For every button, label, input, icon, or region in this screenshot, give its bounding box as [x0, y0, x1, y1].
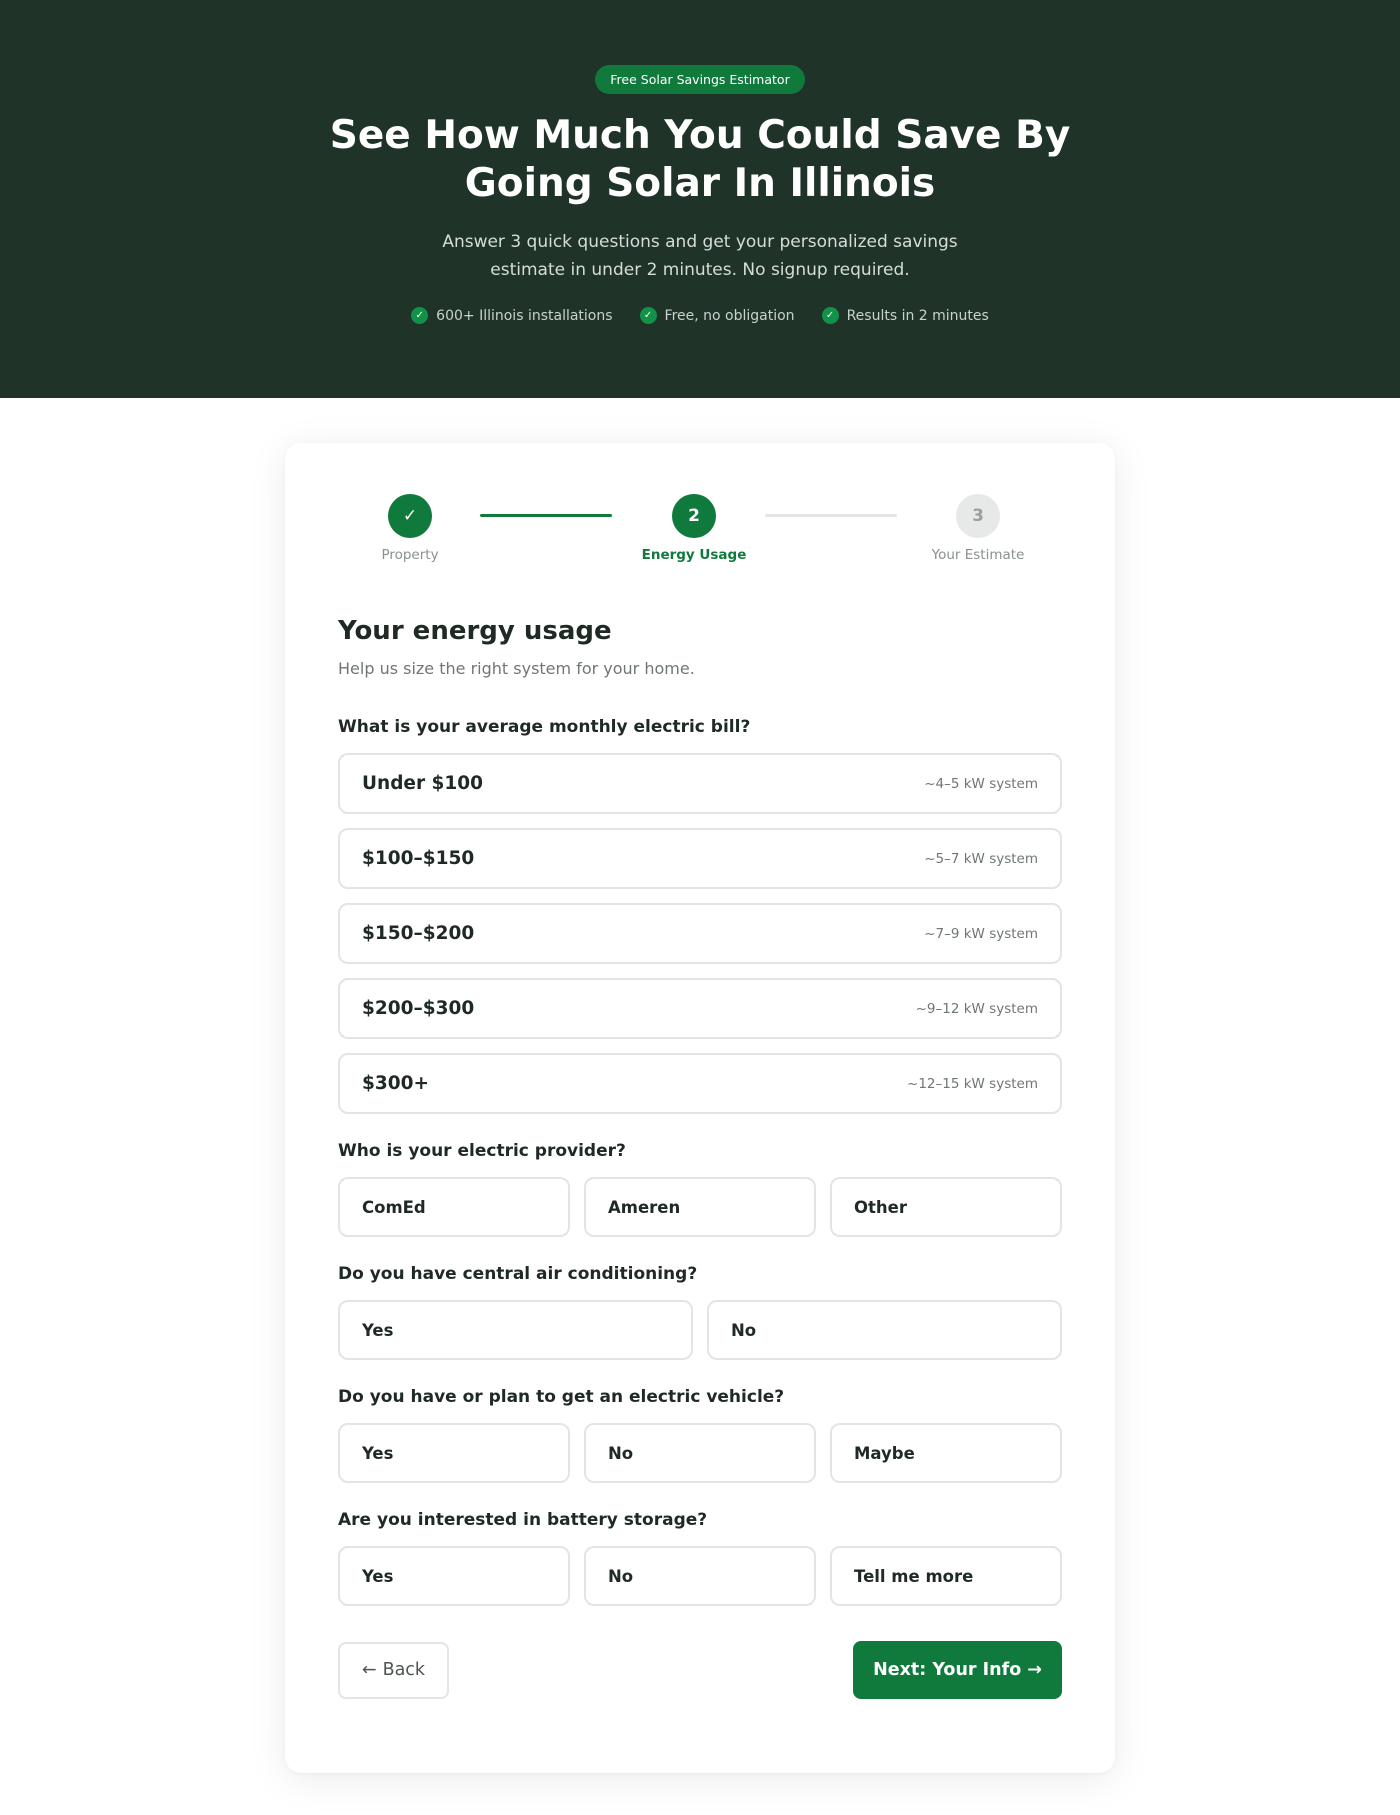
bill-option-system-size: ~5–7 kW system [924, 850, 1038, 867]
step-number: 3 [956, 494, 1000, 538]
estimator-card: ✓ Property 2 Energy Usage 3 Your Estimat… [285, 443, 1115, 1773]
step-label: Property [381, 547, 439, 563]
battery-option-no[interactable]: No [584, 1546, 816, 1606]
next-button[interactable]: Next: Your Info → [853, 1641, 1062, 1699]
section-subtitle: Help us size the right system for your h… [338, 659, 695, 678]
bill-option-300-plus[interactable]: $300+ ~12–15 kW system [338, 1053, 1062, 1114]
battery-options: Yes No Tell me more [338, 1546, 1062, 1606]
hero-badge: Free Solar Savings Estimator [595, 65, 805, 94]
ac-option-no[interactable]: No [707, 1300, 1062, 1360]
ev-option-no[interactable]: No [584, 1423, 816, 1483]
ev-options: Yes No Maybe [338, 1423, 1062, 1483]
check-icon: ✓ [411, 307, 429, 324]
ac-options: Yes No [338, 1300, 1062, 1360]
hero-section: Free Solar Savings Estimator See How Muc… [0, 0, 1400, 398]
back-button[interactable]: ← Back [338, 1641, 449, 1699]
step-label: Your Estimate [931, 547, 1025, 563]
provider-option-comed[interactable]: ComEd [338, 1177, 570, 1237]
trust-item-label: Free, no obligation [664, 307, 795, 324]
bill-option-amount: $200–$300 [362, 998, 475, 1019]
bill-option-system-size: ~12–15 kW system [907, 1075, 1038, 1092]
bill-option-system-size: ~7–9 kW system [924, 925, 1038, 942]
battery-option-yes[interactable]: Yes [338, 1546, 570, 1606]
bill-option-200-300[interactable]: $200–$300 ~9–12 kW system [338, 978, 1062, 1039]
question-ev: Do you have or plan to get an electric v… [338, 1387, 785, 1407]
form-navigation: ← Back Next: Your Info → [338, 1641, 1062, 1699]
question-ac: Do you have central air conditioning? [338, 1264, 698, 1284]
arrow-right-icon: → [1027, 1660, 1042, 1680]
trust-item-results: ✓ Results in 2 minutes [821, 307, 989, 324]
bill-option-amount: Under $100 [362, 773, 484, 794]
trust-item-label: Results in 2 minutes [846, 307, 989, 324]
hero-title: See How Much You Could Save By Going Sol… [329, 113, 1071, 206]
bill-option-system-size: ~4–5 kW system [924, 775, 1038, 792]
ev-option-yes[interactable]: Yes [338, 1423, 570, 1483]
bill-option-amount: $150–$200 [362, 923, 475, 944]
bill-option-system-size: ~9–12 kW system [915, 1000, 1038, 1017]
hero-subtitle: Answer 3 quick questions and get your pe… [442, 232, 958, 280]
section-title: Your energy usage [338, 616, 612, 646]
step-energy-usage: 2 Energy Usage [624, 494, 764, 563]
battery-option-tell-me-more[interactable]: Tell me more [830, 1546, 1062, 1606]
question-ac-block: Do you have central air conditioning? Ye… [338, 1264, 1062, 1360]
question-provider-block: Who is your electric provider? ComEd Ame… [338, 1141, 1062, 1237]
bill-options: Under $100 ~4–5 kW system $100–$150 ~5–7… [338, 753, 1062, 1114]
bill-option-under-100[interactable]: Under $100 ~4–5 kW system [338, 753, 1062, 814]
question-provider: Who is your electric provider? [338, 1141, 626, 1161]
arrow-left-icon: ← [361, 1660, 377, 1680]
question-ev-block: Do you have or plan to get an electric v… [338, 1387, 1062, 1483]
provider-option-ameren[interactable]: Ameren [584, 1177, 816, 1237]
bill-option-amount: $300+ [362, 1073, 429, 1094]
ac-option-yes[interactable]: Yes [338, 1300, 693, 1360]
bill-option-amount: $100–$150 [362, 848, 475, 869]
provider-option-other[interactable]: Other [830, 1177, 1062, 1237]
question-battery: Are you interested in battery storage? [338, 1510, 708, 1530]
step-connector-complete [480, 514, 612, 517]
trust-item-label: 600+ Illinois installations [436, 307, 613, 324]
trust-item-installations: ✓ 600+ Illinois installations [411, 307, 613, 324]
question-battery-block: Are you interested in battery storage? Y… [338, 1510, 1062, 1606]
checkmark-icon: ✓ [388, 494, 432, 538]
back-button-label: Back [382, 1660, 426, 1680]
check-icon: ✓ [639, 307, 657, 324]
trust-item-free: ✓ Free, no obligation [639, 307, 795, 324]
progress-stepper: ✓ Property 2 Energy Usage 3 Your Estimat… [338, 494, 1062, 572]
step-label: Energy Usage [641, 547, 747, 563]
step-property: ✓ Property [340, 494, 480, 563]
next-button-label: Next: Your Info [873, 1660, 1022, 1680]
hero-trust-list: ✓ 600+ Illinois installations ✓ Free, no… [0, 307, 1400, 324]
provider-options: ComEd Ameren Other [338, 1177, 1062, 1237]
step-number: 2 [672, 494, 716, 538]
step-connector-pending [765, 514, 897, 517]
bill-option-150-200[interactable]: $150–$200 ~7–9 kW system [338, 903, 1062, 964]
bill-option-100-150[interactable]: $100–$150 ~5–7 kW system [338, 828, 1062, 889]
question-bill: What is your average monthly electric bi… [338, 717, 751, 737]
ev-option-maybe[interactable]: Maybe [830, 1423, 1062, 1483]
step-your-estimate: 3 Your Estimate [908, 494, 1048, 563]
check-icon: ✓ [821, 307, 839, 324]
